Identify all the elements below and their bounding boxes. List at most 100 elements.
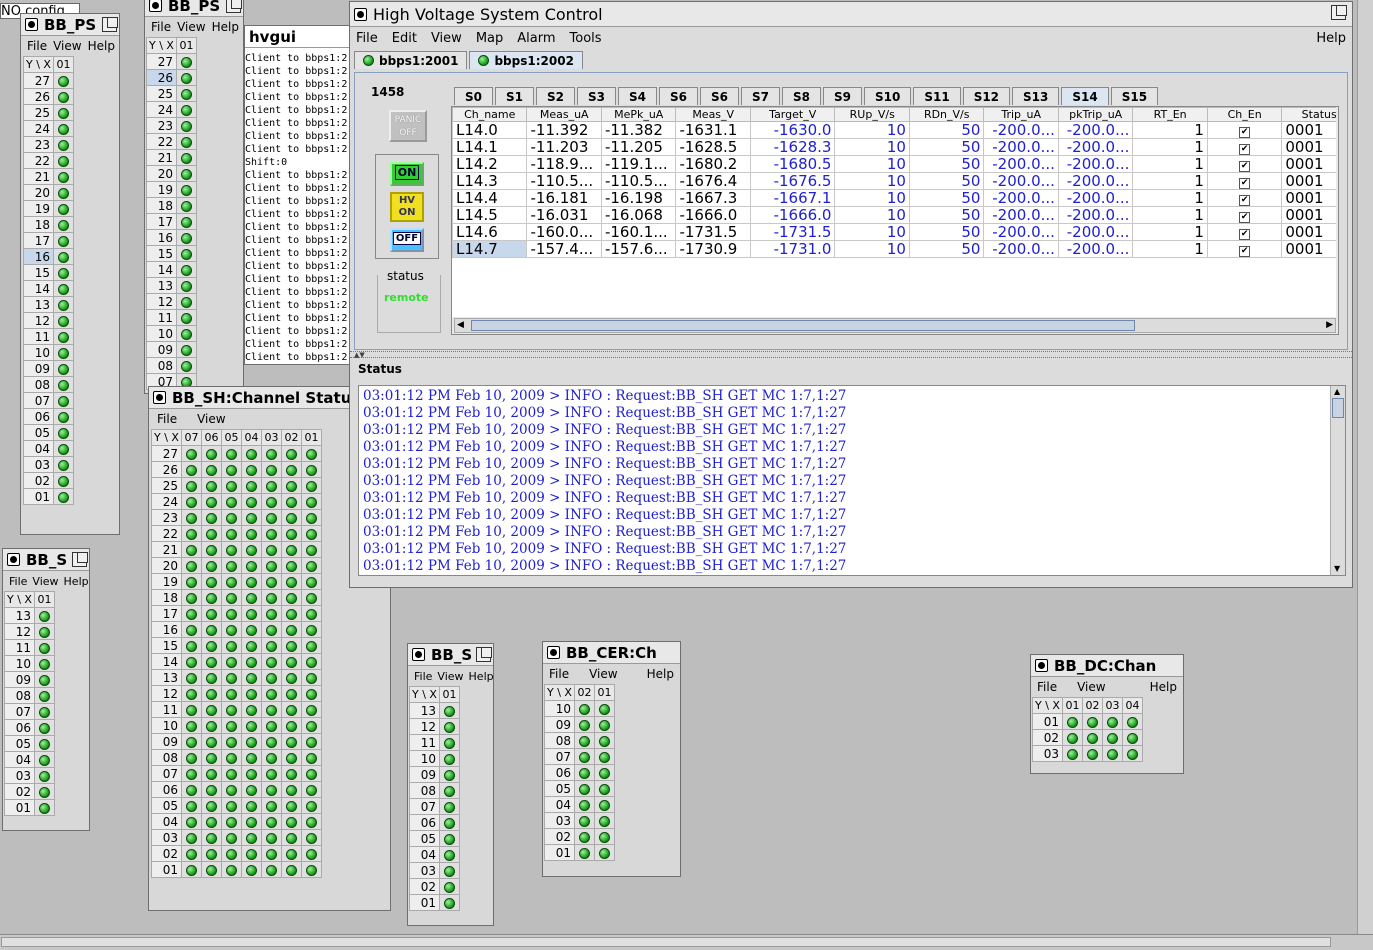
channel-cell[interactable] (220, 605, 242, 622)
channel-cell[interactable] (438, 814, 460, 831)
channel-cell[interactable] (240, 445, 262, 462)
channel-cell[interactable] (240, 557, 262, 574)
channel-cell[interactable] (33, 751, 55, 768)
bb-ps-back-window[interactable]: BB_PS File View Help Y \ X 01 27 26 25 24 23 22 21… (144, 0, 244, 394)
channel-cell[interactable] (240, 573, 262, 590)
channel-cell[interactable] (175, 261, 197, 278)
channel-cell[interactable] (180, 461, 202, 478)
channel-cell[interactable] (240, 749, 262, 766)
channel-cell[interactable] (220, 797, 242, 814)
channel-cell[interactable] (280, 509, 302, 526)
tab-slot-s8[interactable]: S8 (782, 87, 821, 105)
tab-slot-s3[interactable]: S3 (577, 87, 616, 105)
scroll-right-arrow-icon[interactable]: ▶ (1326, 320, 1333, 330)
channel-cell[interactable] (300, 781, 322, 798)
editable-value[interactable]: -200.0... (1057, 206, 1134, 224)
channel-cell[interactable] (573, 796, 595, 813)
channel-enable-checkbox[interactable]: ✔ (1206, 172, 1283, 190)
menu-view[interactable]: View (431, 31, 462, 46)
tab-slot-s1[interactable]: S1 (495, 87, 534, 105)
channel-enable-checkbox[interactable]: ✔ (1206, 189, 1283, 207)
tab-slot-s6[interactable]: S6 (659, 87, 698, 105)
channel-cell[interactable] (280, 861, 302, 878)
channel-cell[interactable] (200, 509, 222, 526)
editable-value[interactable]: -1731.0 (749, 240, 836, 258)
row-label[interactable]: 10 (23, 344, 54, 361)
row-label[interactable]: 17 (151, 605, 182, 622)
channel-cell[interactable] (438, 878, 460, 895)
channel-cell[interactable] (200, 637, 222, 654)
channel-cell[interactable] (280, 445, 302, 462)
channel-cell[interactable] (52, 216, 74, 233)
channel-cell[interactable] (220, 653, 242, 670)
channel-cell[interactable] (300, 637, 322, 654)
channel-cell[interactable] (52, 408, 74, 425)
row-label[interactable]: 10 (151, 717, 182, 734)
checkbox-checked-icon[interactable]: ✔ (1239, 212, 1251, 223)
channel-cell[interactable] (260, 493, 282, 510)
menu-file[interactable]: File (151, 20, 171, 34)
row-label[interactable]: 10 (409, 750, 440, 767)
channel-cell[interactable] (240, 685, 262, 702)
menu-view[interactable]: View (177, 20, 205, 34)
channel-cell[interactable] (180, 573, 202, 590)
channel-cell[interactable] (1081, 745, 1103, 762)
window-menu-icon[interactable] (1035, 659, 1048, 672)
channel-cell[interactable] (300, 461, 322, 478)
channel-cell[interactable] (180, 653, 202, 670)
row-label[interactable]: 21 (151, 541, 182, 558)
channel-cell[interactable] (180, 717, 202, 734)
channel-cell[interactable] (260, 781, 282, 798)
channel-cell[interactable] (280, 701, 302, 718)
channel-cell[interactable] (300, 557, 322, 574)
editable-value[interactable]: 10 (834, 189, 910, 207)
title-bar[interactable]: BB_S (408, 644, 493, 666)
on-button[interactable]: ON (390, 162, 424, 186)
channel-cell[interactable] (260, 733, 282, 750)
row-label[interactable]: 15 (146, 245, 177, 262)
row-label[interactable]: 19 (151, 573, 182, 590)
channel-enable-checkbox[interactable]: ✔ (1206, 155, 1283, 173)
channel-cell[interactable] (280, 829, 302, 846)
channel-cell[interactable] (220, 845, 242, 862)
row-label[interactable]: 23 (151, 509, 182, 526)
row-label[interactable]: 06 (409, 814, 440, 831)
row-label[interactable]: 13 (146, 277, 177, 294)
tab-slot-s6[interactable]: S6 (700, 87, 739, 105)
row-label[interactable]: 27 (146, 53, 177, 70)
channel-cell[interactable] (240, 733, 262, 750)
channel-cell[interactable] (200, 493, 222, 510)
channel-cell[interactable] (240, 669, 262, 686)
row-label[interactable]: 14 (146, 261, 177, 278)
off-button[interactable]: OFF (390, 228, 424, 252)
channel-cell[interactable] (260, 861, 282, 878)
channel-cell[interactable] (200, 749, 222, 766)
window-menu-icon[interactable] (149, 0, 162, 12)
channel-cell[interactable] (593, 700, 615, 717)
channel-cell[interactable] (220, 621, 242, 638)
menu-view[interactable]: View (1077, 680, 1105, 694)
channel-cell[interactable] (438, 830, 460, 847)
menu-help[interactable]: Help (647, 667, 674, 681)
column-header[interactable]: RUp_V/s (834, 107, 910, 122)
row-label[interactable]: 02 (544, 828, 575, 845)
channel-cell[interactable] (300, 525, 322, 542)
row-label[interactable]: 03 (409, 862, 440, 879)
channel-cell[interactable] (52, 232, 74, 249)
tab-slot-s13[interactable]: S13 (1012, 87, 1060, 105)
row-label[interactable]: 18 (151, 589, 182, 606)
menu-view[interactable]: View (32, 575, 58, 588)
editable-value[interactable]: 50 (908, 121, 985, 139)
channel-cell[interactable] (180, 813, 202, 830)
channel-cell[interactable] (200, 669, 222, 686)
menu-edit[interactable]: Edit (392, 31, 417, 46)
editable-value[interactable]: -200.0... (983, 121, 1059, 139)
row-label[interactable]: 05 (151, 797, 182, 814)
channel-cell[interactable] (175, 245, 197, 262)
row-label[interactable]: 26 (146, 69, 177, 86)
channel-cell[interactable] (175, 85, 197, 102)
tab-slot-s7[interactable]: S7 (741, 87, 780, 105)
menu-map[interactable]: Map (476, 31, 503, 46)
title-bar[interactable]: High Voltage System Control (350, 2, 1352, 27)
channel-cell[interactable] (180, 493, 202, 510)
